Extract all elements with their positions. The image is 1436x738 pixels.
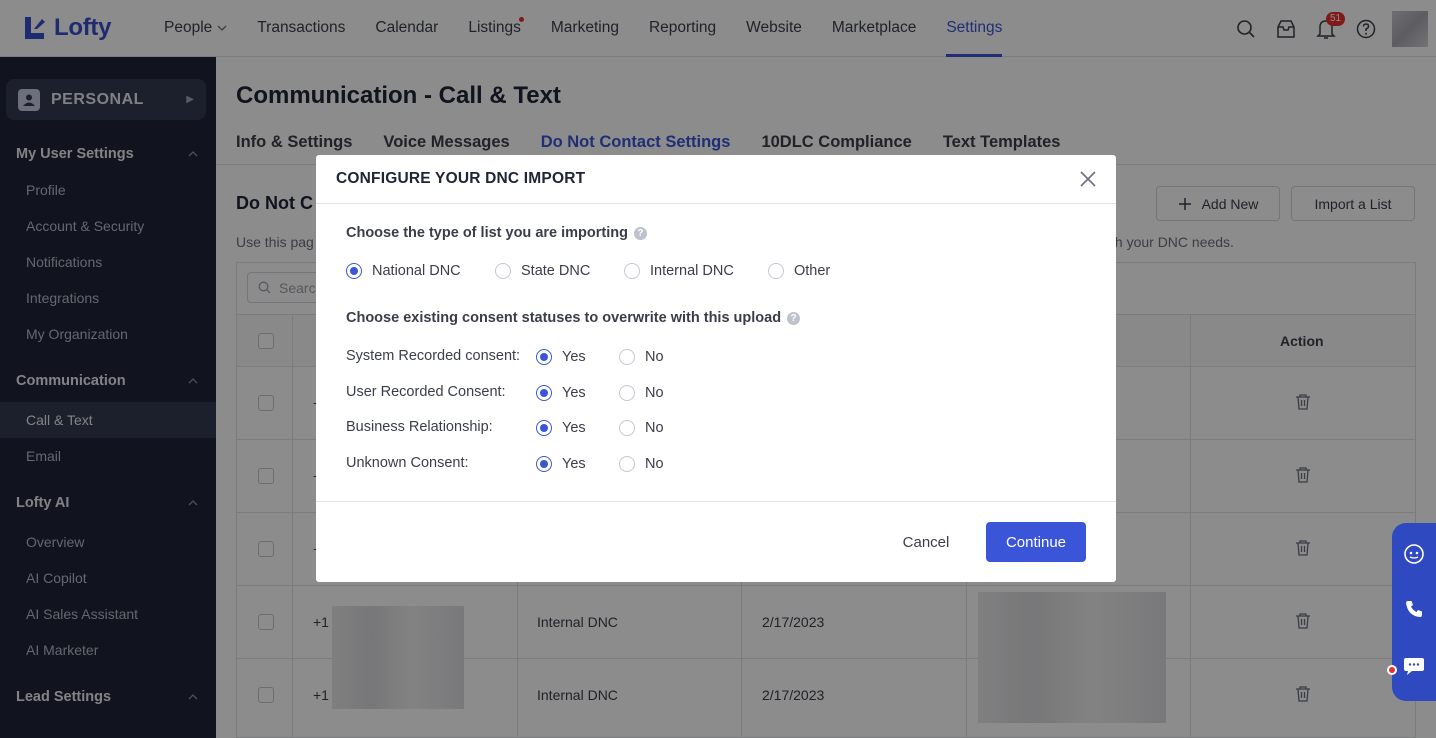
- consent-row-label: User Recorded Consent:: [346, 384, 506, 400]
- radio-other[interactable]: Other: [768, 263, 830, 279]
- radio-national-dnc-circle: [346, 263, 362, 279]
- radio-national-dnc[interactable]: National DNC: [346, 263, 461, 279]
- system-recorded-yes[interactable]: Yes: [536, 349, 586, 365]
- radio-other-circle: [768, 263, 784, 279]
- list-type-question-text: Choose the type of list you are importin…: [346, 225, 628, 241]
- radio-no-label: No: [645, 349, 664, 365]
- ai-chat-icon[interactable]: [1402, 542, 1426, 566]
- business-relationship-yes[interactable]: Yes: [536, 420, 586, 436]
- radio-no-label: No: [645, 385, 664, 401]
- close-icon[interactable]: [1078, 169, 1098, 189]
- consent-row-label: System Recorded consent:: [346, 348, 521, 364]
- user-recorded-no[interactable]: No: [619, 385, 664, 401]
- radio-circle: [619, 385, 635, 401]
- modal-footer: Cancel Continue: [316, 501, 1116, 582]
- radio-internal-dnc-label: Internal DNC: [650, 263, 734, 279]
- chat-bubble-icon[interactable]: [1402, 654, 1426, 678]
- radio-state-dnc-label: State DNC: [521, 263, 591, 279]
- continue-button[interactable]: Continue: [986, 522, 1086, 562]
- radio-internal-dnc-circle: [624, 263, 640, 279]
- radio-state-dnc[interactable]: State DNC: [495, 263, 590, 279]
- configure-dnc-import-dialog: CONFIGURE YOUR DNC IMPORT Choose the typ…: [316, 155, 1116, 582]
- radio-yes-label: Yes: [562, 385, 586, 401]
- radio-yes-label: Yes: [562, 456, 586, 472]
- unknown-consent-yes[interactable]: Yes: [536, 456, 586, 472]
- modal-title: CONFIGURE YOUR DNC IMPORT: [336, 170, 586, 187]
- consent-row-label: Business Relationship:: [346, 419, 493, 435]
- radio-yes-label: Yes: [562, 349, 586, 365]
- radio-circle: [619, 349, 635, 365]
- radio-yes-label: Yes: [562, 420, 586, 436]
- help-icon[interactable]: ?: [633, 226, 647, 240]
- system-recorded-no[interactable]: No: [619, 349, 664, 365]
- unread-dot: [1387, 665, 1397, 675]
- cancel-button[interactable]: Cancel: [888, 522, 964, 562]
- radio-state-dnc-circle: [495, 263, 511, 279]
- phone-icon[interactable]: [1402, 597, 1426, 621]
- list-type-question: Choose the type of list you are importin…: [346, 225, 647, 241]
- radio-circle: [536, 385, 552, 401]
- user-recorded-yes[interactable]: Yes: [536, 385, 586, 401]
- floating-action-widget: [1392, 523, 1436, 701]
- radio-no-label: No: [645, 456, 664, 472]
- radio-internal-dnc[interactable]: Internal DNC: [624, 263, 734, 279]
- radio-circle: [536, 349, 552, 365]
- radio-circle: [536, 420, 552, 436]
- unknown-consent-no[interactable]: No: [619, 456, 664, 472]
- consent-row-label: Unknown Consent:: [346, 455, 469, 471]
- radio-no-label: No: [645, 420, 664, 436]
- consent-question-text: Choose existing consent statuses to over…: [346, 310, 782, 326]
- radio-national-dnc-label: National DNC: [372, 263, 461, 279]
- consent-question: Choose existing consent statuses to over…: [346, 310, 801, 326]
- help-icon[interactable]: ?: [787, 311, 801, 325]
- radio-other-label: Other: [794, 263, 831, 279]
- radio-circle: [536, 456, 552, 472]
- modal-header: CONFIGURE YOUR DNC IMPORT: [316, 155, 1116, 204]
- business-relationship-no[interactable]: No: [619, 420, 664, 436]
- radio-circle: [619, 420, 635, 436]
- radio-circle: [619, 456, 635, 472]
